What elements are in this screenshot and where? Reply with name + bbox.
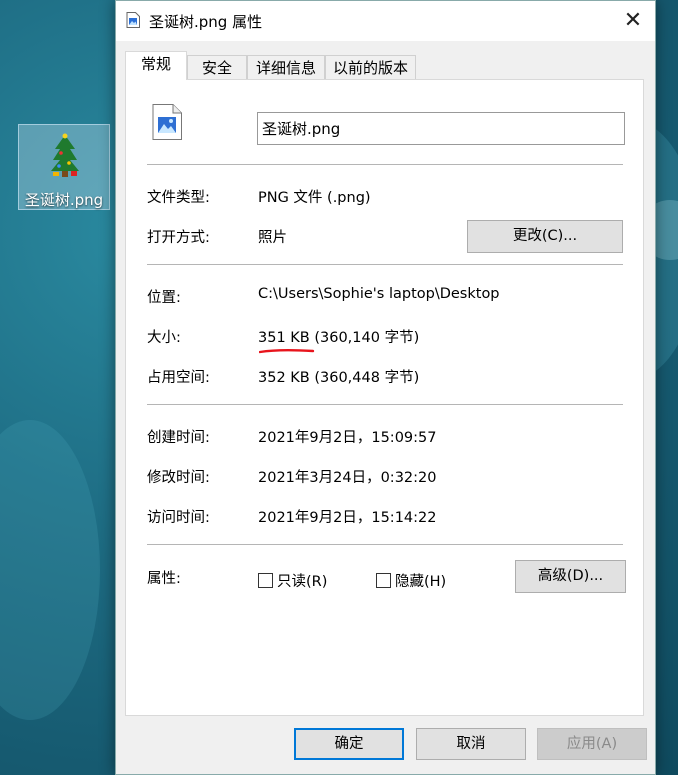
location-value: C:\Users\Sophie's laptop\Desktop bbox=[258, 286, 500, 302]
hidden-label: 隐藏(H) bbox=[395, 574, 447, 590]
checkbox-box[interactable] bbox=[258, 573, 273, 588]
size-on-disk-value: 352 KB (360,448 字节) bbox=[258, 370, 420, 386]
separator bbox=[147, 404, 623, 405]
tab-previous-versions[interactable]: 以前的版本 bbox=[325, 55, 416, 79]
general-panel: 文件类型: PNG 文件 (.png) 打开方式: 照片 更改(C)... 位置… bbox=[125, 79, 644, 716]
opens-with-label: 打开方式: bbox=[147, 230, 210, 246]
image-file-icon bbox=[152, 104, 182, 140]
title-bar[interactable]: 圣诞树.png 属性 ✕ bbox=[116, 1, 655, 41]
apply-button[interactable]: 应用(A) bbox=[537, 728, 647, 760]
modified-value: 2021年3月24日，0:32:20 bbox=[258, 470, 437, 486]
readonly-label: 只读(R) bbox=[277, 574, 328, 590]
created-value: 2021年9月2日，15:09:57 bbox=[258, 430, 437, 446]
cancel-button[interactable]: 取消 bbox=[416, 728, 526, 760]
christmas-tree-icon bbox=[51, 133, 79, 177]
red-annotation-underline bbox=[259, 349, 315, 354]
tab-security[interactable]: 安全 bbox=[187, 55, 247, 79]
attributes-label: 属性: bbox=[147, 571, 181, 587]
close-button[interactable]: ✕ bbox=[619, 7, 647, 35]
size-on-disk-label: 占用空间: bbox=[147, 370, 210, 386]
modified-label: 修改时间: bbox=[147, 470, 210, 486]
readonly-checkbox[interactable]: 只读(R) bbox=[258, 570, 327, 591]
separator bbox=[147, 544, 623, 545]
window-title: 圣诞树.png 属性 bbox=[149, 13, 263, 31]
accessed-value: 2021年9月2日，15:14:22 bbox=[258, 510, 437, 526]
desktop-file-icon[interactable]: 圣诞树.png bbox=[18, 124, 110, 210]
file-name-field[interactable] bbox=[257, 112, 625, 145]
checkbox-box[interactable] bbox=[376, 573, 391, 588]
desktop-file-label: 圣诞树.png bbox=[24, 191, 104, 209]
tab-details[interactable]: 详细信息 bbox=[247, 55, 325, 79]
size-label: 大小: bbox=[147, 330, 181, 346]
advanced-button[interactable]: 高级(D)... bbox=[515, 560, 626, 593]
created-label: 创建时间: bbox=[147, 430, 210, 446]
ok-button[interactable]: 确定 bbox=[294, 728, 404, 760]
accessed-label: 访问时间: bbox=[147, 510, 210, 526]
file-type-value: PNG 文件 (.png) bbox=[258, 190, 371, 206]
hidden-checkbox[interactable]: 隐藏(H) bbox=[376, 570, 446, 591]
properties-dialog: 圣诞树.png 属性 ✕ 常规 安全 详细信息 以前的版本 文件类型: PNG … bbox=[115, 0, 656, 775]
change-button[interactable]: 更改(C)... bbox=[467, 220, 623, 253]
image-file-icon bbox=[126, 12, 140, 28]
location-label: 位置: bbox=[147, 290, 181, 306]
separator bbox=[147, 264, 623, 265]
opens-with-value: 照片 bbox=[258, 230, 287, 246]
tab-general[interactable]: 常规 bbox=[125, 51, 187, 80]
separator bbox=[147, 164, 623, 165]
size-value: 351 KB (360,140 字节) bbox=[258, 330, 420, 346]
file-type-label: 文件类型: bbox=[147, 190, 210, 206]
